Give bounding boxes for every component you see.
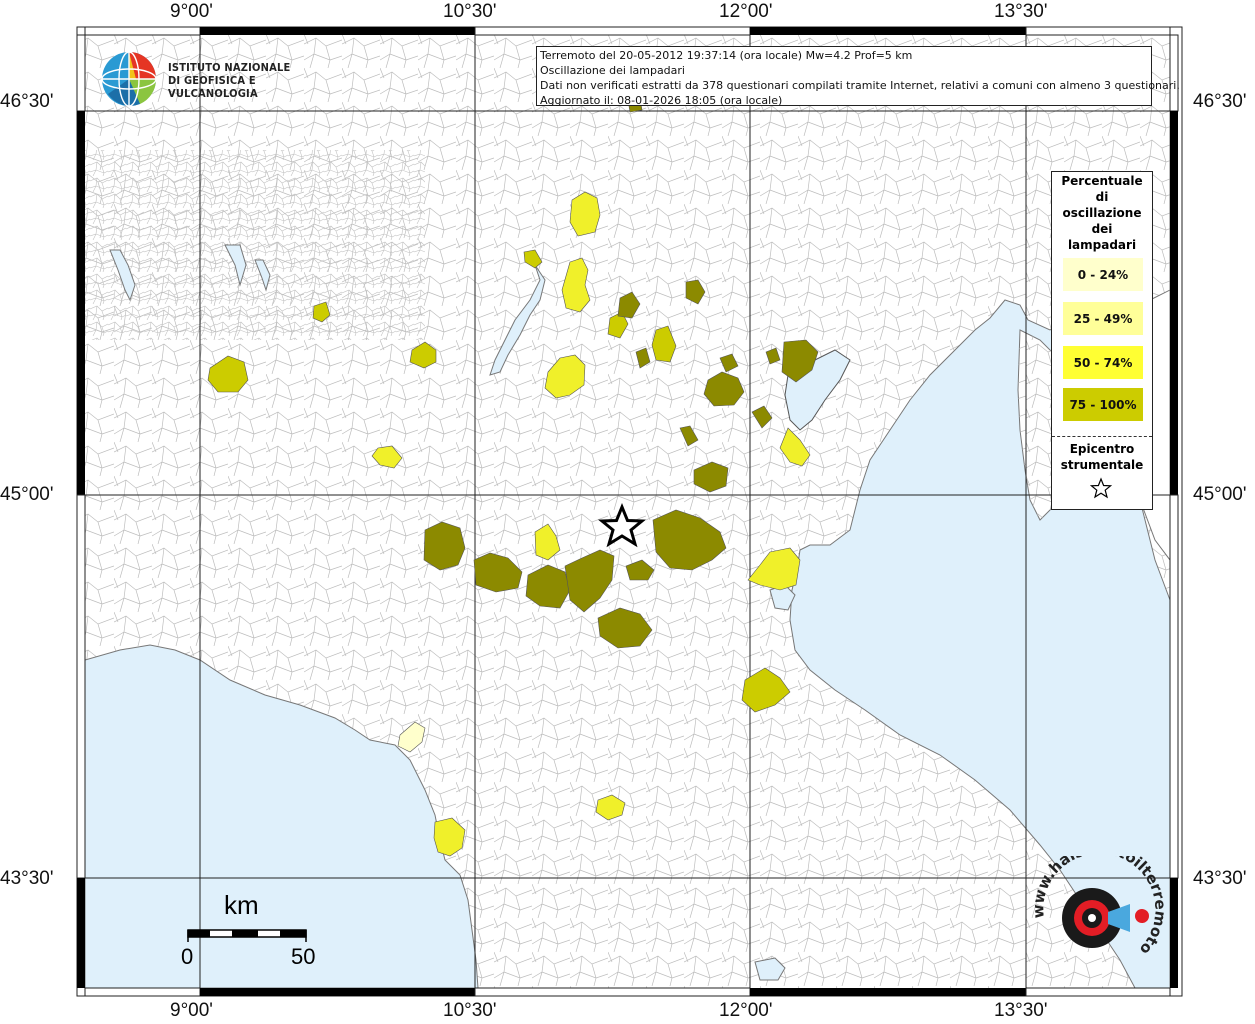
event-info-box: Terremoto del 20-05-2012 19:37:14 (ora l… (536, 46, 1180, 107)
legend-separator (1052, 436, 1152, 437)
hsit-logo-icon: www.haisentitoilterremoto.it (1026, 839, 1169, 958)
legend-title-line-1: Percentuale (1061, 174, 1143, 188)
lon-label-bottom-1: 9°00' (170, 1000, 213, 1021)
event-title: Terremoto del 20-05-2012 19:37:14 (ora l… (540, 49, 913, 62)
scale-bar: km 0 50 (180, 890, 320, 980)
scale-unit: km (224, 890, 259, 920)
data-note: Dati non verificati estratti da 378 ques… (540, 79, 1180, 92)
ingv-logo: ISTITUTO NAZIONALE DI GEOFISICA E VULCAN… (100, 47, 340, 109)
lon-label-top-4: 13°30' (994, 1, 1048, 22)
update-time: Aggiornato il: 08-01-2026 18:05 (ora loc… (540, 94, 783, 107)
epicenter-label: Epicentro strumentale (1052, 441, 1152, 473)
map-subject: Oscillazione dei lampadari (540, 64, 685, 77)
epicenter-label-line-2: strumentale (1060, 458, 1144, 472)
logo-line-2: DI GEOFISICA E VULCANOLOGIA (168, 74, 258, 100)
muni-yellow-1 (569, 191, 601, 237)
legend-item-4: 75 - 100% (1063, 388, 1143, 421)
scale-end: 50 (291, 944, 316, 969)
epicenter-label-line-1: Epicentro (1069, 442, 1135, 456)
legend-title: Percentuale di oscillazione dei lampadar… (1052, 173, 1152, 253)
legend-item-2: 25 - 49% (1063, 302, 1143, 335)
legend-title-line-5: lampadari (1067, 238, 1137, 252)
lon-label-top-1: 9°00' (170, 1, 213, 22)
lon-label-bottom-4: 13°30' (994, 1000, 1048, 1021)
legend: Percentuale di oscillazione dei lampadar… (1051, 171, 1153, 510)
lat-label-right-3: 43°30' (1193, 868, 1247, 889)
legend-title-line-4: dei (1091, 222, 1113, 236)
legend-item-3: 50 - 74% (1063, 346, 1143, 379)
lat-label-left-1: 46°30' (0, 91, 54, 112)
lon-label-top-3: 12°00' (719, 1, 773, 22)
lon-label-bottom-3: 12°00' (719, 1000, 773, 1021)
scale-start: 0 (181, 944, 194, 969)
lat-label-right-2: 45°00' (1193, 484, 1247, 505)
logo-line-1: ISTITUTO NAZIONALE (168, 61, 291, 74)
lat-label-left-2: 45°00' (0, 484, 54, 505)
legend-star-icon (1090, 477, 1112, 499)
lon-label-top-2: 10°30' (443, 1, 497, 22)
globe-logo-icon (101, 51, 157, 107)
legend-item-1: 0 - 24% (1063, 258, 1143, 291)
muni-dark-1 (423, 521, 466, 571)
lon-label-bottom-2: 10°30' (443, 1000, 497, 1021)
hsit-stamp: www.haisentitoilterremoto.it (1026, 839, 1170, 974)
lat-label-right-1: 46°30' (1193, 91, 1247, 112)
lat-label-left-3: 43°30' (0, 868, 54, 889)
legend-title-line-2: di (1095, 190, 1109, 204)
legend-title-line-3: oscillazione (1062, 206, 1142, 220)
